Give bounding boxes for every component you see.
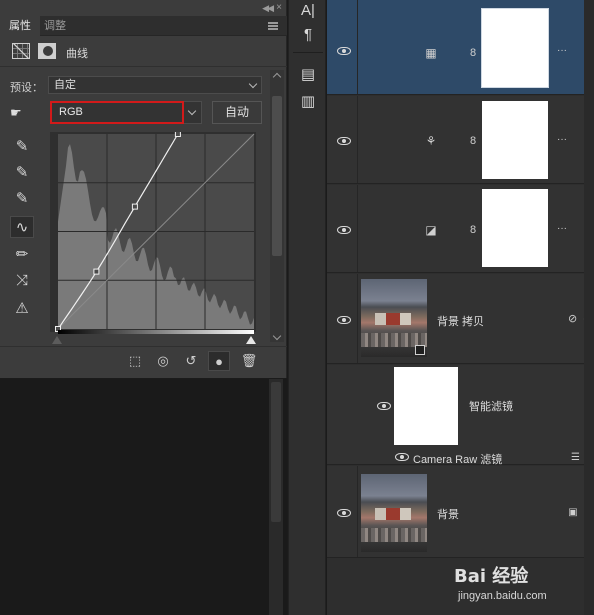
panel-tab-bar: 属性 调整 — [0, 16, 287, 36]
layer-row-hue-saturation[interactable]: ⚘ 8 ··· — [327, 96, 594, 184]
notes-icon[interactable]: ▥ — [299, 93, 317, 111]
preset-label: 预设： — [10, 82, 43, 94]
visibility-eye-icon[interactable] — [337, 509, 351, 517]
properties-bottom-toolbar: ⬚ ◎ ↺ ● 🗑 — [0, 346, 287, 374]
smart-filters-label[interactable]: 智能滤镜 — [469, 398, 513, 414]
filter-name[interactable]: Camera Raw 滤镜 — [413, 451, 502, 467]
visibility-eye-icon[interactable] — [337, 47, 351, 55]
panel-title: 曲线 — [66, 48, 88, 60]
curve-control-point[interactable] — [93, 268, 100, 275]
edit-points-curve-icon[interactable]: ∿ — [10, 216, 34, 238]
curves-header: 曲线 — [0, 37, 287, 67]
layer-thumbnail-photo[interactable] — [361, 279, 427, 357]
curve-graph[interactable] — [50, 132, 256, 332]
layers-panel: ▦ 8 ··· ⚘ 8 ··· ◪ 8 ··· 背景 拷贝 ⊘ 智能滤镜 Cam… — [327, 0, 594, 615]
more-options-icon[interactable]: ··· — [557, 223, 567, 234]
layer-thumbnail-photo[interactable] — [361, 474, 427, 552]
layer-mask-thumbnail[interactable] — [482, 189, 548, 267]
reset-adjustment-icon[interactable]: ↺ — [180, 351, 202, 371]
close-panel-icon[interactable]: × — [276, 2, 282, 13]
watermark-brand: Bai 经验 — [454, 566, 529, 587]
preset-row: 预设： 自定 — [0, 76, 270, 96]
smooth-curve-icon[interactable]: ⤨ — [10, 270, 34, 292]
layer-mask-icon[interactable] — [38, 43, 56, 59]
link-chain-icon[interactable]: 8 — [469, 134, 477, 148]
white-point-slider[interactable] — [246, 336, 256, 344]
preset-value: 自定 — [54, 79, 76, 91]
smart-object-badge-icon — [415, 345, 425, 355]
visibility-column-divider — [357, 274, 358, 363]
output-gradient-bar — [58, 330, 254, 334]
properties-icon[interactable]: ▤ — [299, 66, 317, 84]
layer-row-background-copy[interactable]: 背景 拷贝 ⊘ — [327, 274, 594, 364]
visibility-column-divider — [357, 466, 358, 557]
layer-row-background[interactable]: 背景 ▣ — [327, 466, 594, 558]
channel-row: ☛ RGB 自动 — [0, 101, 270, 125]
more-options-icon[interactable]: ··· — [557, 45, 567, 56]
delete-adjustment-icon[interactable]: 🗑 — [238, 351, 260, 371]
layer-mask-thumbnail[interactable] — [482, 101, 548, 179]
tab-properties[interactable]: 属性 — [0, 16, 40, 36]
layer-name[interactable]: 背景 拷贝 — [437, 313, 484, 329]
palace-graphic — [375, 313, 411, 325]
smart-filter-mask-thumbnail[interactable] — [394, 367, 458, 445]
watermark-site: jingyan.baidu.com — [458, 590, 547, 602]
character-icon[interactable]: A| — [299, 2, 317, 20]
link-chain-icon[interactable]: 8 — [469, 46, 477, 60]
more-options-icon[interactable]: ··· — [557, 134, 567, 145]
lock-icon[interactable]: ▣ — [568, 507, 578, 518]
curves-adjustment-icon[interactable] — [12, 43, 30, 59]
layers-scrollbar[interactable] — [584, 0, 594, 615]
clipping-warning-icon[interactable]: ⚠ — [10, 298, 34, 320]
visibility-eye-icon[interactable] — [377, 402, 391, 410]
black-point-eyedropper-icon[interactable]: ✎ — [10, 136, 34, 158]
exposure-adjustment-icon: ◪ — [425, 223, 437, 237]
scrollbar-thumb[interactable] — [271, 382, 281, 522]
view-previous-state-icon[interactable]: ◎ — [152, 351, 174, 371]
layer-mask-thumbnail[interactable] — [481, 8, 549, 88]
visibility-column-divider — [357, 96, 358, 183]
channel-value: RGB — [50, 101, 184, 124]
gray-point-eyedropper-icon[interactable]: ✎ — [10, 162, 34, 184]
preset-select[interactable]: 自定 — [48, 76, 262, 94]
strip-divider — [293, 52, 323, 53]
panel-menu-icon[interactable] — [268, 22, 278, 30]
visibility-eye-icon[interactable] — [337, 316, 351, 324]
draw-curve-pencil-icon[interactable]: ✏ — [10, 244, 34, 266]
toggle-visibility-eye-icon[interactable]: ● — [208, 351, 230, 371]
chevron-down-icon — [248, 79, 258, 89]
curves-adjustment-icon: ▦ — [425, 46, 437, 60]
layer-row-curves[interactable]: ▦ 8 ··· — [327, 0, 594, 95]
paragraph-icon[interactable]: ¶ — [299, 26, 317, 44]
town-graphic — [361, 528, 427, 542]
visibility-eye-icon[interactable] — [395, 453, 409, 461]
curve-control-point[interactable] — [131, 203, 138, 210]
clip-to-layer-icon[interactable]: ⬚ — [124, 351, 146, 371]
visibility-column-divider — [357, 185, 358, 272]
auto-button[interactable]: 自动 — [212, 101, 262, 124]
layer-row-exposure[interactable]: ◪ 8 ··· — [327, 185, 594, 273]
white-point-eyedropper-icon[interactable]: ✎ — [10, 188, 34, 210]
empty-panel-area — [0, 379, 287, 615]
watermark: Bai 经验 jingyan.baidu.com — [454, 550, 594, 610]
hue-saturation-adjustment-icon: ⚘ — [425, 134, 437, 148]
targeted-adjustment-hand-icon[interactable]: ☛ — [10, 105, 32, 121]
filter-blending-options-icon[interactable]: ☰ — [571, 452, 585, 463]
visibility-column-divider — [357, 0, 358, 94]
black-point-slider[interactable] — [52, 336, 62, 344]
layer-row-smart-filters[interactable]: 智能滤镜 Camera Raw 滤镜 ☰ — [327, 365, 594, 467]
properties-panel: ◀◀ × 属性 调整 曲线 预设： 自定 ☛ RGB 自动 ✎ ✎ ✎ ∿ ✏ … — [0, 0, 287, 378]
palace-graphic — [375, 508, 411, 520]
layer-name[interactable]: 背景 — [437, 506, 459, 522]
panel-icon-strip: A| ¶ ▤ ▥ — [288, 0, 326, 615]
link-chain-icon[interactable]: 8 — [469, 223, 477, 237]
collapse-panel-icon[interactable]: ◀◀ — [262, 3, 274, 14]
visibility-eye-icon[interactable] — [337, 226, 351, 234]
visibility-eye-icon[interactable] — [337, 137, 351, 145]
tab-adjustments[interactable]: 调整 — [44, 16, 76, 36]
scrollbar-thumb[interactable] — [272, 96, 282, 256]
curve-control-point[interactable] — [174, 132, 181, 137]
smart-filter-toggle-icon[interactable]: ⊘ — [568, 312, 581, 325]
